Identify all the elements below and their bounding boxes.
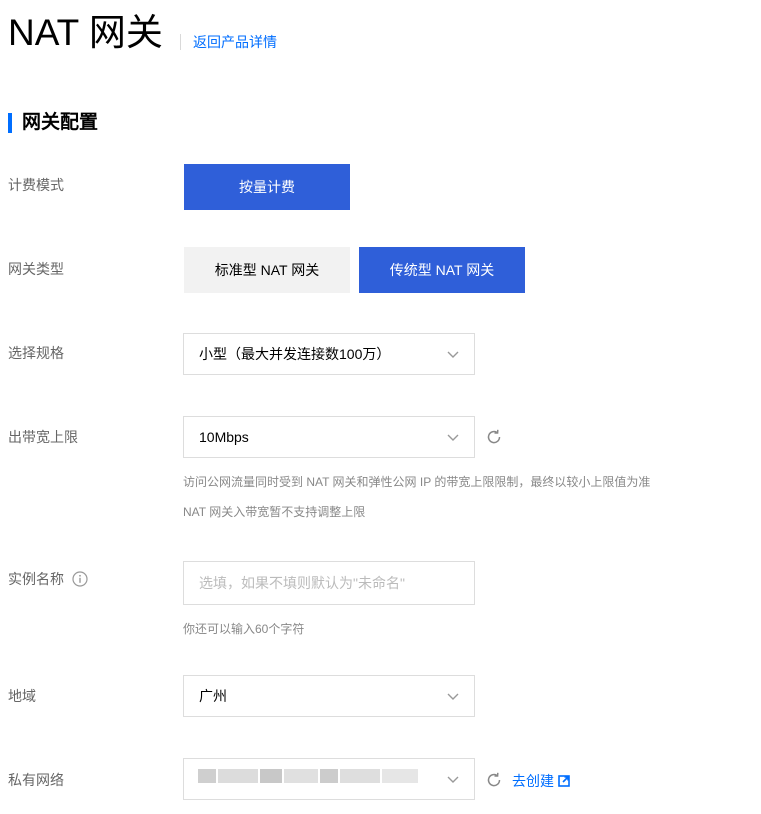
bandwidth-label: 出带宽上限 — [8, 429, 78, 445]
vpc-value-redacted — [198, 759, 418, 799]
page-title: NAT 网关 — [8, 12, 163, 53]
chevron-down-icon — [447, 351, 459, 358]
external-link-icon — [558, 775, 570, 787]
chevron-down-icon — [447, 434, 459, 441]
spec-label: 选择规格 — [8, 345, 64, 361]
region-label: 地域 — [8, 688, 36, 704]
bandwidth-select-value: 10Mbps — [199, 429, 249, 445]
section-accent-bar — [8, 113, 12, 133]
region-select[interactable]: 广州 — [183, 675, 475, 717]
chevron-down-icon — [447, 776, 459, 783]
vpc-select[interactable] — [183, 758, 475, 800]
create-vpc-link-label: 去创建 — [512, 773, 554, 789]
chevron-down-icon — [447, 693, 459, 700]
section-title: 网关配置 — [22, 112, 99, 133]
gateway-type-standard-button[interactable]: 标准型 NAT 网关 — [184, 247, 350, 293]
billing-mode-label: 计费模式 — [8, 177, 64, 193]
instance-name-label: 实例名称 — [8, 571, 64, 587]
title-divider — [180, 34, 181, 50]
spec-select-value: 小型（最大并发连接数100万） — [199, 346, 391, 362]
bandwidth-help-text: 访问公网流量同时受到 NAT 网关和弹性公网 IP 的带宽上限限制，最终以较小上… — [183, 475, 651, 489]
refresh-icon[interactable] — [485, 428, 503, 446]
spec-select[interactable]: 小型（最大并发连接数100万） — [183, 333, 475, 375]
bandwidth-select[interactable]: 10Mbps — [183, 416, 475, 458]
refresh-icon[interactable] — [485, 771, 503, 789]
create-vpc-link[interactable]: 去创建 — [512, 771, 570, 791]
info-icon[interactable] — [72, 571, 88, 587]
instance-name-label-group: 实例名称 — [8, 569, 88, 589]
gateway-type-traditional-button[interactable]: 传统型 NAT 网关 — [359, 247, 525, 293]
instance-name-char-count: 你还可以输入60个字符 — [183, 622, 305, 636]
vpc-label: 私有网络 — [8, 772, 64, 788]
instance-name-input[interactable] — [183, 561, 475, 605]
gateway-type-label: 网关类型 — [8, 261, 64, 277]
back-to-product-link[interactable]: 返回产品详情 — [193, 32, 277, 52]
billing-pay-as-you-go-button[interactable]: 按量计费 — [184, 164, 350, 210]
region-select-value: 广州 — [199, 688, 227, 704]
bandwidth-inbound-note: NAT 网关入带宽暂不支持调整上限 — [183, 505, 366, 519]
